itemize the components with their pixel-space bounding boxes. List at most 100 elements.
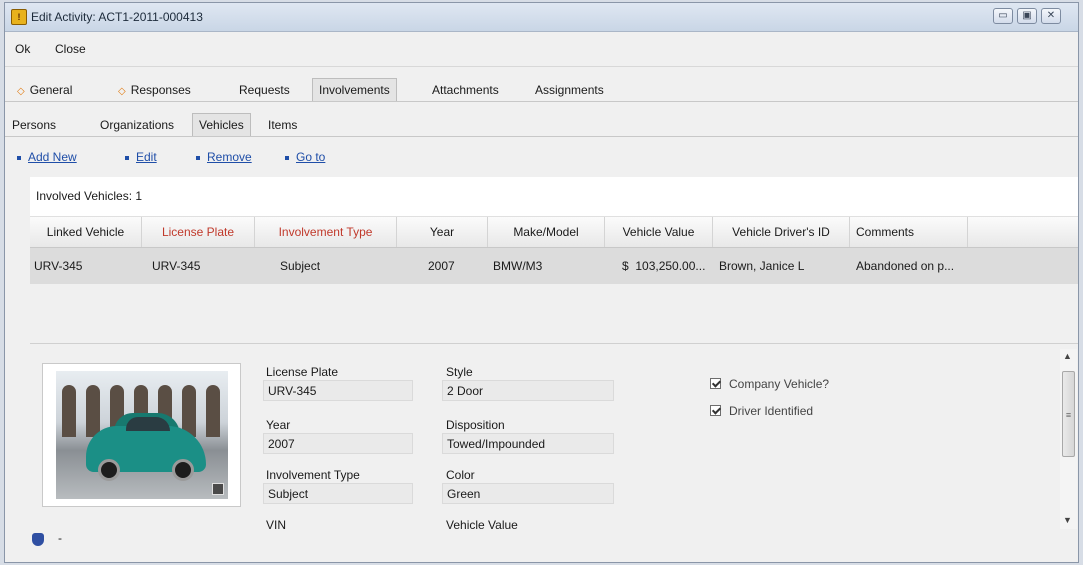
bullet-icon [125,155,129,160]
cell-vehicle-value: $ 103,250.00... [622,259,706,273]
security-status-text: - [58,531,62,545]
tab-label: Requests [239,83,290,97]
cell-linked-vehicle: URV-345 [34,259,83,273]
close-menu-item[interactable]: Close [55,42,86,56]
tab-label: Responses [130,83,191,97]
vehicle-photo-frame[interactable] [42,363,241,507]
action-label: Add New [28,150,77,164]
company-vehicle-checkbox[interactable]: Company Vehicle? [710,377,829,391]
shield-icon [32,533,44,546]
driver-identified-checkbox[interactable]: Driver Identified [710,404,813,418]
tab-label: Assignments [535,83,604,97]
photo-arch [206,385,220,437]
diamond-marker-icon: ◇ [118,86,126,97]
column-header-driver-id[interactable]: Vehicle Driver's ID [713,217,850,247]
menu-bar: Ok Close [5,32,1078,67]
column-header-comments[interactable]: Comments [850,217,968,247]
minimize-button[interactable]: ▭ [993,8,1013,24]
tab-involvements[interactable]: Involvements [312,78,397,101]
cell-involvement-type: Subject [280,259,321,273]
table-row[interactable]: URV-345 URV-345 Subject 2007 BMW/M3 $ 10… [30,248,1078,284]
vehicle-detail-panel: License Plate URV-345 Style 2 Door Year … [30,343,1078,562]
cell-make-model: BMW/M3 [493,259,543,273]
subtab-label: Vehicles [199,118,244,132]
vehicle-actions: Add New Edit Remove Go to [5,143,1078,171]
restore-button[interactable]: ▣ [1017,8,1037,24]
close-window-button[interactable]: ✕ [1041,8,1061,24]
cell-year: 2007 [428,259,455,273]
remove-link[interactable]: Remove [196,150,252,164]
bullet-icon [17,155,21,160]
involvement-type-label: Involvement Type [266,468,360,482]
photo-arch [62,385,76,437]
involved-vehicles-count: Involved Vehicles: 1 [36,189,143,203]
photo-arch [86,385,100,437]
disposition-label: Disposition [446,418,505,432]
bullet-icon [285,155,289,160]
checkbox-label: Driver Identified [729,404,814,418]
checkbox-label: Company Vehicle? [729,377,830,391]
tab-attachments[interactable]: Attachments [426,80,505,100]
column-header-vehicle-value[interactable]: Vehicle Value [605,217,713,247]
activity-tabs: ◇ General ◇ Responses Requests Involvement… [5,77,1078,102]
license-plate-label: License Plate [266,365,339,379]
subtab-items[interactable]: Items [262,115,303,135]
vehicle-value-label: Vehicle Value [446,518,518,532]
image-menu-icon[interactable] [212,483,224,495]
year-label: Year [266,418,291,432]
subtab-persons[interactable]: Persons [6,115,62,135]
subtab-vehicles[interactable]: Vehicles [192,113,251,136]
subtab-label: Items [268,118,298,132]
cell-comments: Abandoned on p... [856,259,955,273]
window-title: Edit Activity: ACT1-2011-000413 [31,10,203,24]
subtab-organizations[interactable]: Organizations [94,115,180,135]
add-new-link[interactable]: Add New [17,150,77,164]
car-wheel [172,459,194,481]
vehicle-photo [56,371,228,499]
checkbox-checked-icon [710,405,721,416]
vin-label: VIN [266,518,287,532]
column-header-involvement-type[interactable]: Involvement Type [255,217,397,247]
action-label: Go to [296,150,326,164]
style-label: Style [446,365,473,379]
license-plate-field[interactable]: URV-345 [263,380,413,401]
go-to-link[interactable]: Go to [285,150,325,164]
year-field[interactable]: 2007 [263,433,413,454]
tab-assignments[interactable]: Assignments [529,80,610,100]
cell-driver-id: Brown, Janice L [719,259,805,273]
scroll-thumb[interactable]: ≡ [1062,371,1075,457]
car-window [126,417,170,431]
edit-link[interactable]: Edit [125,150,157,164]
grid-empty-area [30,284,1078,342]
ok-menu-item[interactable]: Ok [15,42,30,56]
involved-vehicles-summary: Involved Vehicles: 1 [30,177,1078,217]
cell-license-plate: URV-345 [152,259,201,273]
app-alert-icon: ! [11,9,27,25]
tab-requests[interactable]: Requests [233,80,296,100]
tab-label: Involvements [319,83,390,97]
style-field[interactable]: 2 Door [442,380,614,401]
edit-activity-window: ! Edit Activity: ACT1-2011-000413 ▭ ▣ ✕ … [4,2,1079,563]
scroll-up-arrow-icon[interactable]: ▲ [1063,351,1072,361]
involvement-type-field[interactable]: Subject [263,483,413,504]
involvement-subtabs: Persons Organizations Vehicles Items [5,112,1078,137]
tab-responses[interactable]: ◇ Responses [112,80,197,100]
column-header-license-plate[interactable]: License Plate [142,217,255,247]
column-header-year[interactable]: Year [397,217,488,247]
detail-scrollbar[interactable]: ▲ ≡ ▼ [1060,349,1077,529]
color-label: Color [446,468,475,482]
tab-general[interactable]: ◇ General [11,80,78,100]
vehicles-grid-header: Linked Vehicle License Plate Involvement… [30,217,1078,248]
disposition-field[interactable]: Towed/Impounded [442,433,614,454]
car-wheel [98,459,120,481]
action-label: Edit [136,150,157,164]
action-label: Remove [207,150,252,164]
column-header-make-model[interactable]: Make/Model [488,217,605,247]
title-bar: ! Edit Activity: ACT1-2011-000413 ▭ ▣ ✕ [5,3,1078,32]
diamond-marker-icon: ◇ [17,86,25,97]
bullet-icon [196,155,200,160]
checkbox-checked-icon [710,378,721,389]
column-header-linked-vehicle[interactable]: Linked Vehicle [30,217,142,247]
color-field[interactable]: Green [442,483,614,504]
scroll-down-arrow-icon[interactable]: ▼ [1063,515,1072,525]
